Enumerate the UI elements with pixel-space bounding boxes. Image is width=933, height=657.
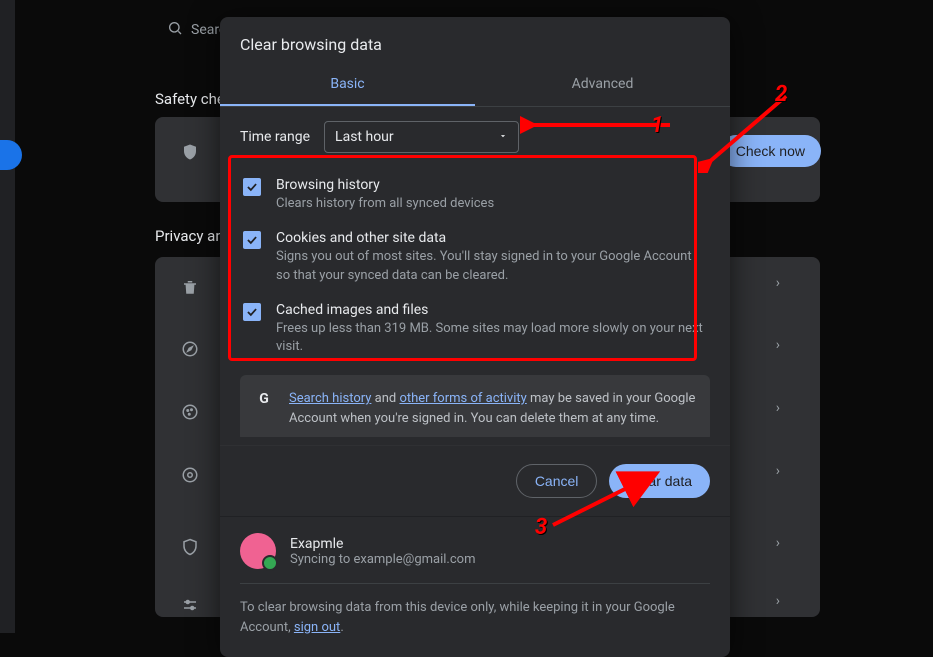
sync-badge-icon bbox=[262, 555, 278, 571]
option-desc: Clears history from all synced devices bbox=[276, 195, 494, 214]
clear-data-button[interactable]: Clear data bbox=[609, 464, 710, 498]
sign-out-link[interactable]: sign out bbox=[294, 620, 340, 635]
cookie-icon bbox=[180, 402, 200, 422]
annotation-2: 2 bbox=[775, 82, 787, 107]
checkbox-browsing-history[interactable] bbox=[243, 178, 261, 196]
checkbox-cookies[interactable] bbox=[243, 231, 261, 249]
option-title: Cached images and files bbox=[276, 302, 707, 318]
chevron-right-icon: › bbox=[776, 463, 780, 479]
signout-note: To clear browsing data from this device … bbox=[240, 598, 710, 637]
chevron-right-icon: › bbox=[776, 400, 780, 416]
dialog-title: Clear browsing data bbox=[220, 17, 730, 64]
search-icon bbox=[167, 20, 183, 40]
option-title: Cookies and other site data bbox=[276, 230, 707, 246]
search-history-link[interactable]: Search history bbox=[289, 391, 371, 406]
compass-icon bbox=[180, 339, 200, 359]
info-text: Search history and other forms of activi… bbox=[289, 389, 696, 428]
sliders-icon bbox=[180, 595, 200, 615]
account-name: Exapmle bbox=[290, 536, 475, 552]
chevron-down-icon bbox=[498, 129, 508, 145]
chevron-right-icon: › bbox=[776, 535, 780, 551]
tab-basic[interactable]: Basic bbox=[220, 64, 475, 106]
security-icon bbox=[180, 465, 200, 485]
shield-icon bbox=[180, 142, 200, 162]
shield-outline-icon bbox=[180, 537, 200, 557]
clear-browsing-data-dialog: Clear browsing data Basic Advanced Time … bbox=[220, 17, 730, 657]
other-activity-link[interactable]: other forms of activity bbox=[399, 391, 526, 406]
time-range-select[interactable]: Last hour bbox=[324, 121, 519, 153]
trash-icon bbox=[180, 277, 200, 297]
time-range-value: Last hour bbox=[335, 129, 394, 145]
chevron-right-icon: › bbox=[776, 275, 780, 291]
time-range-label: Time range bbox=[240, 129, 310, 145]
tab-advanced[interactable]: Advanced bbox=[475, 64, 730, 106]
chevron-right-icon: › bbox=[776, 337, 780, 353]
cancel-button[interactable]: Cancel bbox=[516, 464, 598, 498]
chevron-right-icon: › bbox=[776, 593, 780, 609]
google-icon: G bbox=[254, 389, 274, 409]
account-sync: Syncing to example@gmail.com bbox=[290, 552, 475, 567]
avatar bbox=[240, 533, 276, 569]
option-desc: Frees up less than 319 MB. Some sites ma… bbox=[276, 320, 707, 358]
option-desc: Signs you out of most sites. You'll stay… bbox=[276, 248, 707, 286]
option-title: Browsing history bbox=[276, 177, 494, 193]
checkbox-cached[interactable] bbox=[243, 303, 261, 321]
